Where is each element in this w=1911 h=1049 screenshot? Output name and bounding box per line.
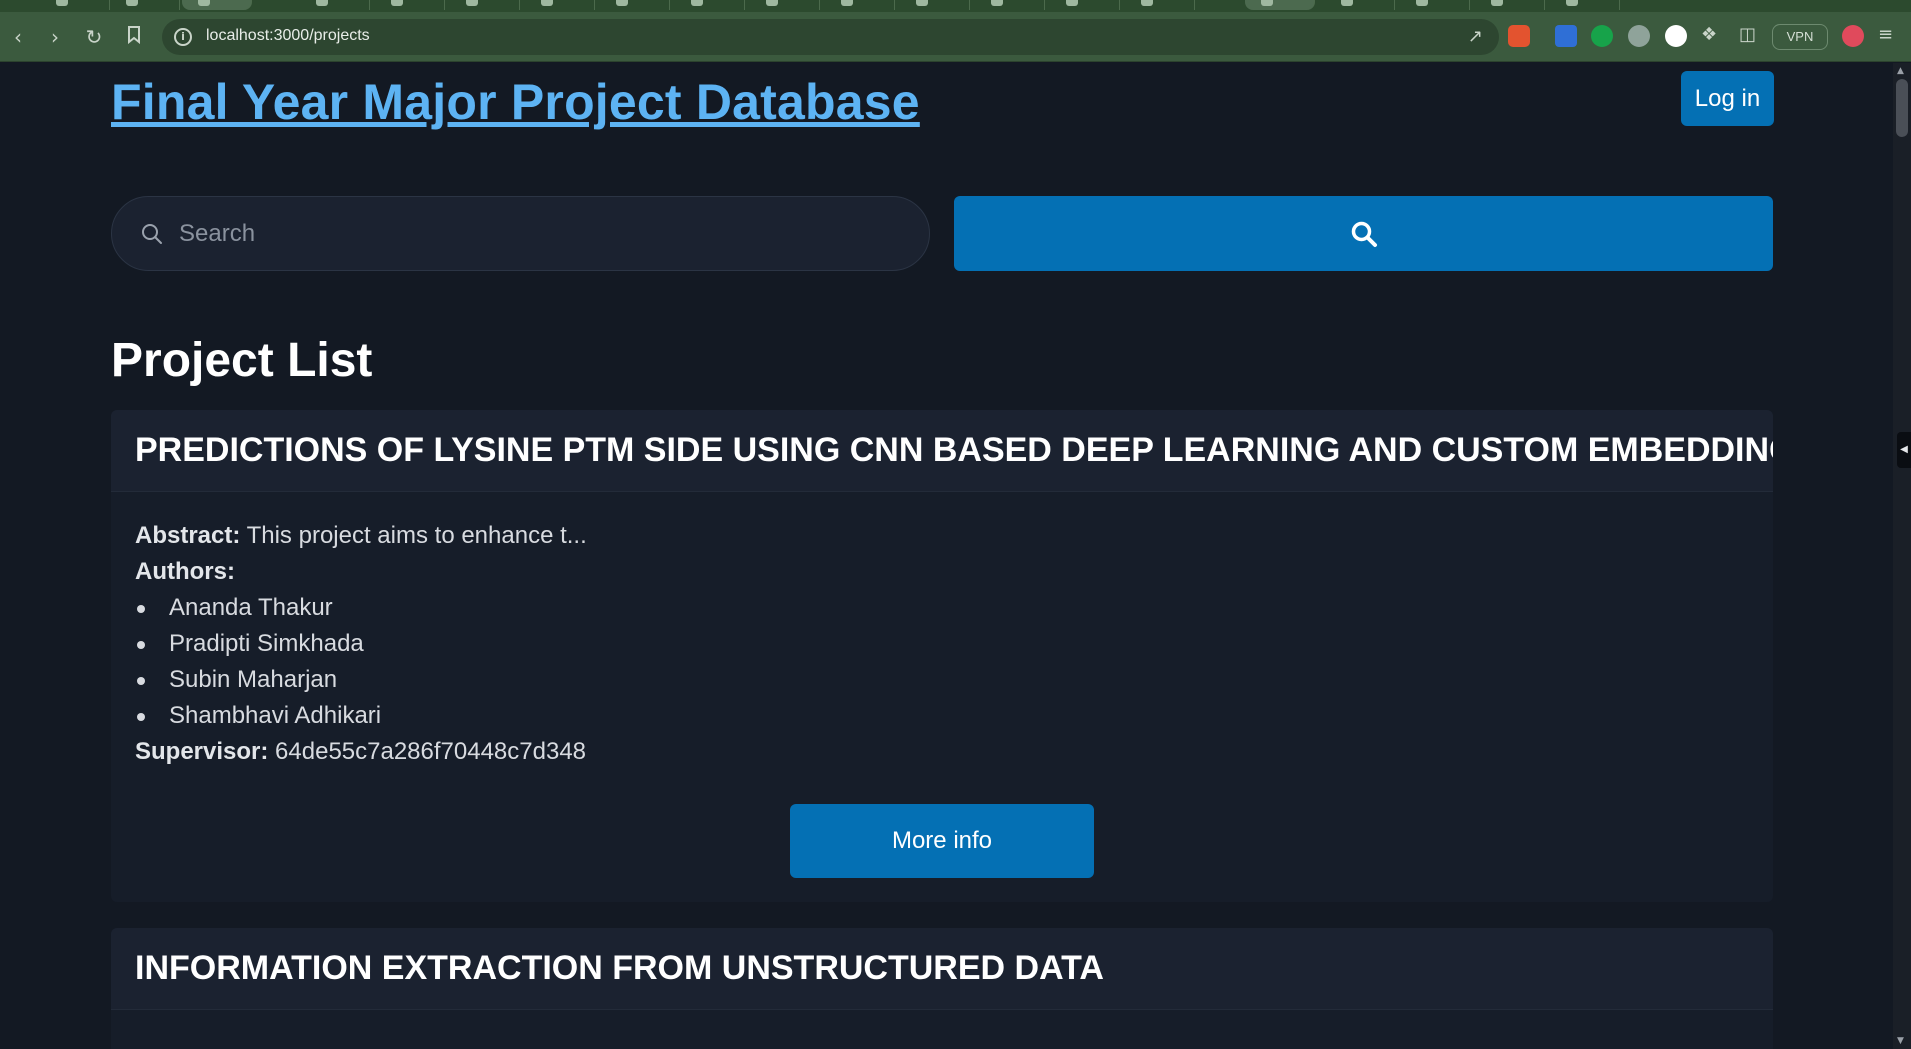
browser-toolbar: ‹ › ↻ i localhost:3000/projects ↗ (0, 12, 1911, 62)
abstract-row: Abstract: This project aims to enhance t… (135, 518, 1749, 554)
project-card: INFORMATION EXTRACTION FROM UNSTRUCTURED… (111, 928, 1773, 1049)
abstract-text: This project aims to enhance t... (246, 522, 587, 549)
address-url[interactable]: localhost:3000/projects (206, 27, 370, 45)
authors-label: Authors: (135, 558, 235, 585)
browser-tab[interactable] (300, 0, 370, 10)
project-title: INFORMATION EXTRACTION FROM UNSTRUCTURED… (135, 949, 1104, 987)
browser-tab[interactable] (825, 0, 895, 10)
site-title-link[interactable]: Final Year Major Project Database (111, 73, 920, 131)
grammarly-icon[interactable] (1591, 25, 1613, 47)
author-item: Subin Maharjan (135, 662, 1749, 698)
tab-favicon (841, 0, 853, 6)
project-card-header: PREDICTIONS OF LYSINE PTM SIDE USING CNN… (111, 410, 1773, 492)
tab-favicon (56, 0, 68, 6)
supervisor-label: Supervisor: (135, 738, 269, 765)
author-item: Pradipti Simkhada (135, 626, 1749, 662)
browser-tab[interactable] (1475, 0, 1545, 10)
bitwarden-icon[interactable] (1555, 25, 1577, 47)
vpn-button[interactable]: VPN (1772, 24, 1828, 50)
tab-favicon (991, 0, 1003, 6)
tab-favicon (1341, 0, 1353, 6)
author-item: Shambhavi Adhikari (135, 698, 1749, 734)
tab-favicon (1261, 0, 1273, 6)
scrollbar-thumb[interactable] (1896, 79, 1908, 137)
project-title: PREDICTIONS OF LYSINE PTM SIDE USING CNN… (135, 431, 1773, 469)
page-title: Project List (111, 334, 373, 387)
tab-favicon (126, 0, 138, 6)
tab-favicon (1566, 0, 1578, 6)
extension-icon[interactable] (1628, 25, 1650, 47)
browser-tab[interactable] (450, 0, 520, 10)
search-input[interactable] (179, 213, 899, 255)
tab-favicon (1416, 0, 1428, 6)
browser-tab[interactable] (375, 0, 445, 10)
puzzle-icon[interactable]: ❖ (1701, 22, 1717, 48)
page-content: Final Year Major Project Database Log in… (0, 63, 1893, 1049)
reload-icon[interactable]: ↻ (81, 24, 107, 50)
browser-tab[interactable] (1325, 0, 1395, 10)
site-info-icon[interactable]: i (174, 28, 192, 46)
address-bar[interactable]: i localhost:3000/projects ↗ (162, 19, 1499, 55)
tab-favicon (766, 0, 778, 6)
supervisor-id: 64de55c7a286f70448c7d348 (275, 738, 587, 765)
project-card-body: Abstract: This project aims to enhance t… (111, 492, 1773, 902)
bookmark-icon[interactable] (121, 24, 147, 50)
search-icon (140, 222, 164, 250)
tab-favicon (466, 0, 478, 6)
browser-tab[interactable] (1050, 0, 1120, 10)
login-button[interactable]: Log in (1681, 71, 1774, 126)
browser-tab[interactable] (1245, 0, 1315, 10)
search-button[interactable] (954, 196, 1773, 271)
browser-tab[interactable] (1550, 0, 1620, 10)
chevron-right-icon[interactable]: › (42, 24, 68, 50)
search-box[interactable] (111, 196, 930, 271)
browser-tab[interactable] (525, 0, 595, 10)
browser-tab[interactable] (750, 0, 820, 10)
tab-favicon (1491, 0, 1503, 6)
browser-tab-active[interactable] (182, 0, 252, 10)
scroll-down-icon[interactable]: ▼ (1897, 1036, 1904, 1046)
share-icon[interactable]: ↗ (1468, 26, 1483, 47)
browser-tab[interactable] (110, 0, 180, 10)
browser-tab[interactable] (1400, 0, 1470, 10)
abstract-label: Abstract: (135, 522, 241, 549)
project-card-header: INFORMATION EXTRACTION FROM UNSTRUCTURED… (111, 928, 1773, 1010)
extension-h-icon[interactable] (1665, 25, 1687, 47)
tab-favicon (391, 0, 403, 6)
tab-favicon (1066, 0, 1078, 6)
browser-tab-strip (0, 0, 1911, 12)
browser-tab[interactable] (40, 0, 110, 10)
sidebar-toggle-icon[interactable]: ◫ (1739, 22, 1756, 48)
tab-favicon (541, 0, 553, 6)
chevron-left-icon[interactable]: ‹ (5, 24, 31, 50)
page-scrollbar[interactable]: ▲ ▼ (1893, 63, 1911, 1049)
project-card: PREDICTIONS OF LYSINE PTM SIDE USING CNN… (111, 410, 1773, 902)
side-panel-toggle-icon[interactable]: ◀ (1897, 432, 1911, 468)
menu-icon[interactable]: ≡ (1878, 22, 1893, 48)
more-info-button[interactable]: More info (790, 804, 1094, 878)
supervisor-row: Supervisor: 64de55c7a286f70448c7d348 (135, 734, 1749, 770)
brave-shield-icon[interactable] (1508, 25, 1530, 47)
browser-tab[interactable] (975, 0, 1045, 10)
profile-icon[interactable] (1842, 25, 1864, 47)
browser-tab[interactable] (900, 0, 970, 10)
browser-tab[interactable] (600, 0, 670, 10)
tab-favicon (198, 0, 210, 6)
author-item: Ananda Thakur (135, 590, 1749, 626)
tab-favicon (616, 0, 628, 6)
tab-favicon (316, 0, 328, 6)
tab-favicon (691, 0, 703, 6)
tab-favicon (916, 0, 928, 6)
browser-tab[interactable] (675, 0, 745, 10)
tab-favicon (1141, 0, 1153, 6)
more-info-wrap: More info (135, 770, 1749, 902)
search-icon (1351, 221, 1377, 247)
scroll-up-icon[interactable]: ▲ (1897, 66, 1904, 76)
browser-tab[interactable] (1125, 0, 1195, 10)
